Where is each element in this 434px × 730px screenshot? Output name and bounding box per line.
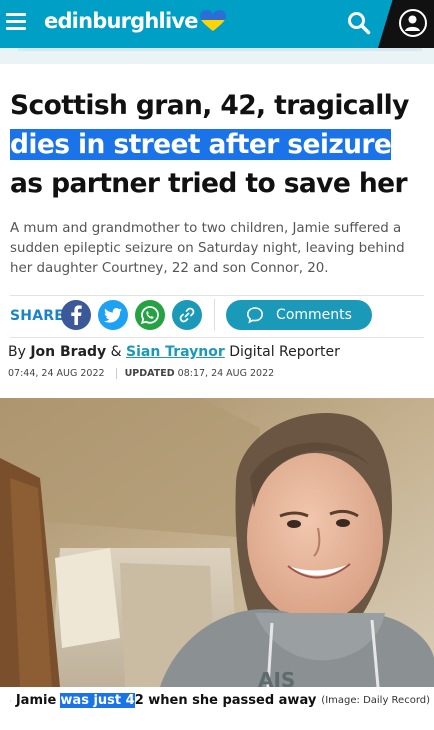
svg-text:AIS: AIS (258, 668, 295, 687)
byline-by: By (8, 344, 26, 360)
share-separator (214, 299, 215, 331)
article-dates: 07:44, 24 AUG 2022 UPDATED 08:17, 24 AUG… (8, 368, 274, 379)
caption-part-1: Jamie (15, 693, 57, 708)
image-caption: Jamie was just 42 when she passed away (… (10, 693, 430, 708)
account-area (378, 0, 434, 48)
site-logo[interactable]: edinburghlive (44, 9, 226, 33)
account-icon[interactable] (399, 9, 427, 37)
caption-part-2: 2 when she passed away (134, 693, 317, 708)
hero-image: AIS (0, 398, 434, 687)
header-sub-bar (0, 48, 434, 64)
comments-button[interactable]: Comments (226, 300, 372, 330)
comment-bubble-icon (247, 307, 264, 324)
headline-highlight: dies in street after seizure (10, 129, 392, 160)
link-icon (179, 307, 195, 323)
author-link-sian-traynor[interactable]: Sian Traynor (126, 344, 225, 360)
hamburger-menu-icon[interactable] (6, 13, 26, 31)
facebook-icon (71, 305, 82, 325)
facebook-share-button[interactable] (61, 300, 91, 330)
byline-ampersand: & (110, 344, 122, 360)
published-date: 07:44, 24 AUG 2022 (8, 368, 105, 379)
ukraine-heart-icon (199, 10, 226, 31)
hero-photo-illustration: AIS (0, 398, 434, 687)
divider (10, 337, 424, 338)
twitter-share-button[interactable] (98, 300, 128, 330)
whatsapp-icon (140, 306, 159, 325)
article-standfirst: A mum and grandmother to two children, J… (10, 221, 405, 276)
user-silhouette-icon (405, 15, 420, 31)
comments-label: Comments (276, 307, 352, 323)
caption-highlight: was just 4 (60, 693, 135, 708)
headline-part-2: as partner tried to save her (10, 168, 408, 199)
logo-text: edinburghlive (44, 9, 198, 33)
camera-icon (10, 700, 11, 701)
share-bar: SHARE Comments (10, 299, 424, 333)
headline-part-1: Scottish gran, 42, tragically (10, 90, 409, 121)
share-label: SHARE (10, 308, 64, 324)
article-headline: Scottish gran, 42, tragically dies in st… (10, 86, 420, 203)
divider (10, 295, 424, 296)
author-link-jon-brady[interactable]: Jon Brady (30, 344, 106, 360)
updated-label: UPDATED (115, 368, 175, 379)
search-icon[interactable] (347, 11, 371, 35)
twitter-icon (104, 307, 122, 323)
image-credit: (Image: Daily Record) (321, 695, 430, 706)
whatsapp-share-button[interactable] (135, 300, 165, 330)
copy-link-button[interactable] (172, 300, 202, 330)
article-byline: By Jon Brady & Sian Traynor Digital Repo… (8, 344, 340, 360)
author-role: Digital Reporter (229, 344, 340, 360)
site-header: edinburghlive (0, 0, 434, 48)
updated-date: 08:17, 24 AUG 2022 (177, 368, 275, 379)
